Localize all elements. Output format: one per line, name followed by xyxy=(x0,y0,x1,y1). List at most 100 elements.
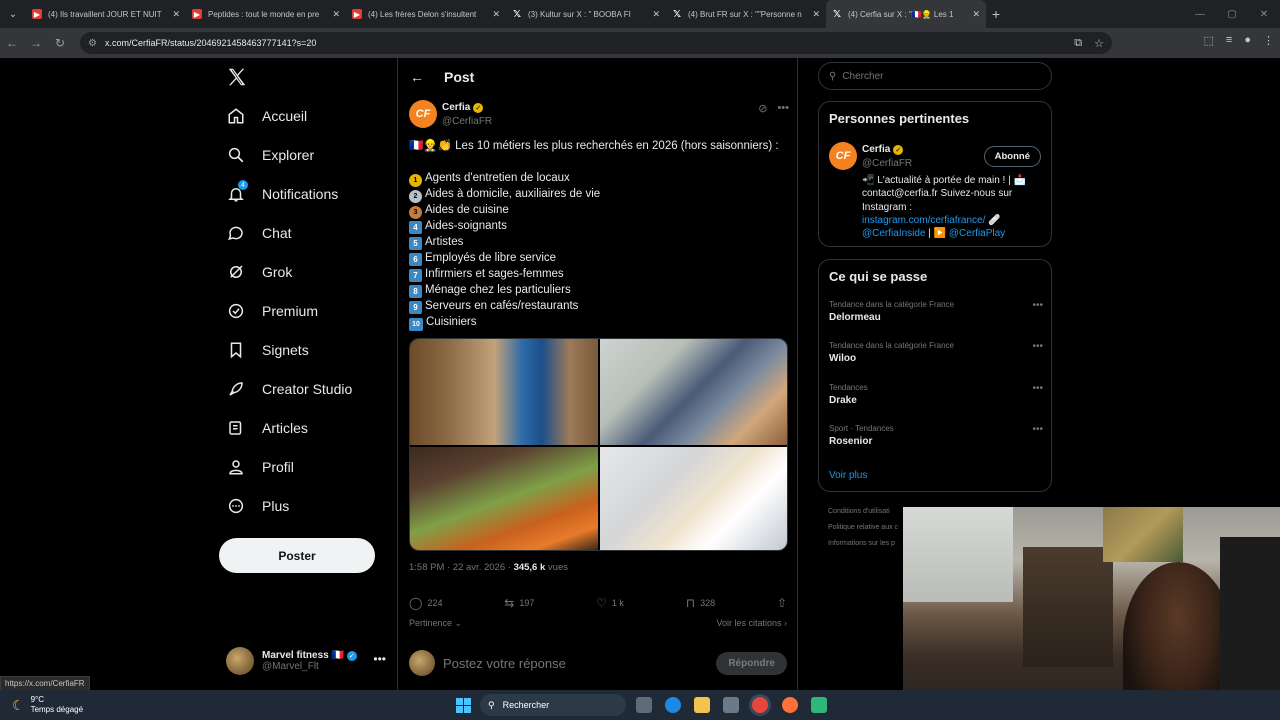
new-tab-button[interactable]: + xyxy=(986,6,1006,22)
browser-tab[interactable]: 𝕏 (3) Kultur sur X : " BOOBA FI ✕ xyxy=(506,0,666,28)
nav-item-chat[interactable]: Chat xyxy=(226,221,292,245)
windows-start-icon[interactable] xyxy=(456,698,471,713)
repost-button[interactable]: ⇆ 197 xyxy=(504,596,534,610)
close-tab-icon[interactable]: ✕ xyxy=(652,9,660,20)
address-bar[interactable]: ⚙ x.com/CerfiaFR/status/2046921458463777… xyxy=(80,32,1112,54)
nav-item-creator-studio[interactable]: Creator Studio xyxy=(226,377,352,401)
store-icon[interactable] xyxy=(723,697,739,713)
trend-item[interactable]: Tendance dans la catégorie France Wiloo … xyxy=(829,341,1043,377)
tab-search-icon[interactable]: ⌄ xyxy=(0,0,26,28)
close-tab-icon[interactable]: ✕ xyxy=(812,9,820,20)
media-control-icon[interactable]: ≡ xyxy=(1226,34,1232,47)
following-button[interactable]: Abonné xyxy=(983,146,1041,167)
maximize-icon[interactable]: ▢ xyxy=(1216,0,1248,28)
app-icon[interactable] xyxy=(811,697,827,713)
install-app-icon[interactable]: ⧉ xyxy=(1074,37,1082,50)
photo-home-care[interactable] xyxy=(600,339,787,445)
nav-item-explorer[interactable]: Explorer xyxy=(226,143,314,167)
nav-item-notifications[interactable]: 4 Notifications xyxy=(226,180,338,206)
bookmark-star-icon[interactable]: ☆ xyxy=(1094,37,1104,50)
photo-kitchen-prep[interactable] xyxy=(410,447,598,550)
taskbar-search[interactable]: ⚲ Rechercher xyxy=(480,694,626,716)
trend-context: Tendance dans la catégorie France xyxy=(829,300,954,309)
reply-icon: ◯ xyxy=(409,596,423,610)
rocket-icon xyxy=(226,379,246,399)
close-tab-icon[interactable]: ✕ xyxy=(172,9,180,20)
view-quotes-link[interactable]: Voir les citations › xyxy=(716,618,787,629)
browser-tab[interactable]: ▶ Peptides : tout le monde en pre ✕ xyxy=(186,0,346,28)
reply-button[interactable]: ◯ 224 xyxy=(409,596,442,610)
extensions-icon[interactable]: ⬚ xyxy=(1204,34,1214,47)
more-dots-icon[interactable]: ••• xyxy=(1032,383,1043,394)
post-button[interactable]: Poster xyxy=(219,538,375,573)
keycap-number-icon: 7 xyxy=(409,269,422,282)
reply-submit-button[interactable]: Répondre xyxy=(716,651,787,675)
browser-tab[interactable]: ▶ (4) Les frères Delon s'insultent ✕ xyxy=(346,0,506,28)
account-handle: @Marvel_Flt xyxy=(262,661,319,672)
close-tab-icon[interactable]: ✕ xyxy=(332,9,340,20)
more-dots-icon[interactable]: ••• xyxy=(1032,300,1043,311)
footer-link[interactable]: Informations sur les p xyxy=(828,536,898,552)
browser-tab[interactable]: ▶ (4) Ils travaillent JOUR ET NUIT ✕ xyxy=(26,0,186,28)
close-tab-icon[interactable]: ✕ xyxy=(972,9,980,20)
task-view-icon[interactable] xyxy=(636,697,652,713)
trend-item[interactable]: Sport · Tendances Rosenior ••• xyxy=(829,424,1043,460)
more-dots-icon[interactable]: ••• xyxy=(373,652,386,666)
photo-cleaning-worker[interactable] xyxy=(410,339,598,445)
reload-icon[interactable]: ↻ xyxy=(48,36,72,50)
nav-item-articles[interactable]: Articles xyxy=(226,416,308,440)
search-input[interactable]: ⚲ Chercher xyxy=(818,62,1052,90)
footer-link[interactable]: Conditions d'utilisati xyxy=(828,504,898,520)
job-label: Agents d'entretien de locaux xyxy=(425,172,570,184)
menu-icon[interactable]: ⋮ xyxy=(1263,34,1274,47)
minimize-icon[interactable]: — xyxy=(1184,0,1216,28)
grok-icon[interactable]: ⊘ xyxy=(758,102,767,115)
account-switcher[interactable]: Marvel fitness 🇫🇷 ✓ @Marvel_Flt ••• xyxy=(226,644,386,678)
bio-link[interactable]: instagram.com/cerfiafrance/ xyxy=(862,215,985,226)
firefox-icon[interactable] xyxy=(782,697,798,713)
nav-item-grok[interactable]: Grok xyxy=(226,260,292,284)
close-window-icon[interactable]: ✕ xyxy=(1248,0,1280,28)
nav-item-premium[interactable]: Premium xyxy=(226,299,318,323)
photo-nurse-care[interactable] xyxy=(600,447,787,550)
reply-input[interactable]: Postez votre réponse xyxy=(443,656,708,671)
footer-link[interactable]: Politique relative aux c xyxy=(828,520,898,536)
relevant-handle[interactable]: @CerfiaFR xyxy=(862,158,912,169)
bookmark-button[interactable]: ⊓ 328 xyxy=(686,596,715,610)
trend-item[interactable]: Tendance dans la catégorie France Delorm… xyxy=(829,300,1043,336)
relevant-name[interactable]: Cerfia ✓ xyxy=(862,144,904,155)
bio-link[interactable]: @CerfiaInside xyxy=(862,228,926,239)
more-dots-icon[interactable]: ••• xyxy=(1032,341,1043,352)
chrome-icon[interactable] xyxy=(752,697,768,713)
author-name[interactable]: Cerfia ✓ xyxy=(442,102,484,113)
file-explorer-icon[interactable] xyxy=(694,697,710,713)
back-icon[interactable]: ← xyxy=(0,36,24,50)
sort-dropdown[interactable]: Pertinence ⌄ xyxy=(409,618,462,629)
close-tab-icon[interactable]: ✕ xyxy=(492,9,500,20)
nav-item-accueil[interactable]: Accueil xyxy=(226,104,307,128)
nav-item-signets[interactable]: Signets xyxy=(226,338,309,362)
back-arrow-icon[interactable]: ← xyxy=(410,69,424,85)
nav-label: Explorer xyxy=(262,147,315,163)
edge-icon[interactable] xyxy=(665,697,681,713)
avatar[interactable]: CF xyxy=(829,142,857,170)
nav-item-profil[interactable]: Profil xyxy=(226,455,294,479)
avatar[interactable]: CF xyxy=(409,100,437,128)
author-handle[interactable]: @CerfiaFR xyxy=(442,116,492,127)
more-dots-icon[interactable]: ••• xyxy=(1032,424,1043,435)
like-button[interactable]: ♡ 1 k xyxy=(596,596,624,610)
bio-link[interactable]: @CerfiaPlay xyxy=(949,228,1005,239)
share-button[interactable]: ⇧ xyxy=(777,596,787,610)
weather-widget[interactable]: ☾ 9°C Temps dégagé xyxy=(12,695,83,715)
browser-tab-active[interactable]: 𝕏 (4) Cerfia sur X : "🇫🇷👷 Les 1 ✕ xyxy=(826,0,986,28)
site-info-icon[interactable]: ⚙ xyxy=(88,38,97,49)
profile-icon[interactable]: ● xyxy=(1244,34,1251,47)
trend-item[interactable]: Tendances Drake ••• xyxy=(829,383,1043,419)
browser-tab[interactable]: 𝕏 (4) Brut FR sur X : ""Personne n ✕ xyxy=(666,0,826,28)
x-logo-icon[interactable] xyxy=(226,66,248,88)
forward-icon[interactable]: → xyxy=(24,36,48,50)
nav-item-plus[interactable]: Plus xyxy=(226,494,289,518)
show-more-link[interactable]: Voir plus xyxy=(829,470,867,481)
more-dots-icon[interactable]: ••• xyxy=(777,102,789,115)
search-placeholder: Chercher xyxy=(842,70,884,82)
